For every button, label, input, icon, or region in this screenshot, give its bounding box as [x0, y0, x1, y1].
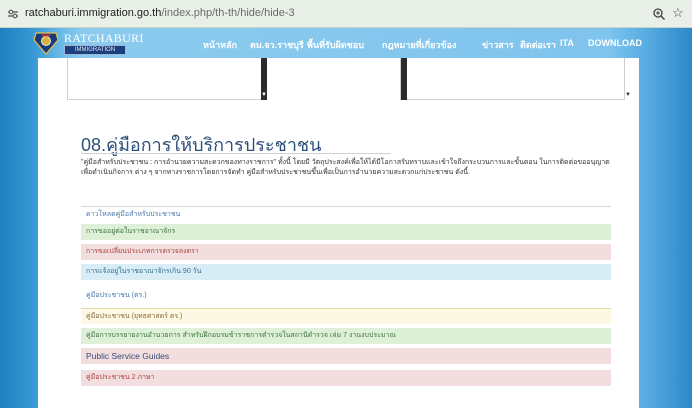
nav-related-laws[interactable]: กฎหมายที่เกี่ยวข้อง — [382, 38, 456, 52]
url-path: /index.php/th-th/hide/hide-3 — [161, 7, 295, 19]
page-title: 08.คู่มือการให้บริการประชาชน — [81, 135, 322, 155]
intro-paragraph: "คู่มือสำหรับประชาชน : การอำนวยความสะดวก… — [81, 159, 610, 176]
scroll-down-arrow-icon[interactable]: ▼ — [625, 92, 631, 98]
nav-home[interactable]: หน้าหลัก — [203, 38, 237, 52]
nav-responsibility-area[interactable]: พื้นที่รับผิดชอบ — [307, 38, 364, 52]
nav-ratchaburi-office[interactable]: ตม.จว.ราชบุรี — [250, 38, 304, 52]
nav-ita[interactable]: ITA — [560, 38, 574, 48]
embedded-video-left[interactable]: ▼ — [67, 58, 267, 100]
zoom-icon[interactable] — [652, 7, 666, 21]
list-item-training-manual[interactable]: คู่มือการบรรยายงานอำนวยการ สำหรับฝึกอบรม… — [81, 328, 611, 344]
list-item-change-visa-type[interactable]: การขอเปลี่ยนประเภทการตรวจลงตรา — [81, 244, 611, 260]
list-item-public-guide-strategy[interactable]: คู่มือประชาชน (ยุทธศาสตร์ ตร.) — [81, 308, 611, 324]
list-item-bilingual-guide[interactable]: คู่มือประชาชน 2 ภาษา — [81, 370, 611, 386]
star-icon[interactable]: ☆ — [672, 6, 684, 20]
url-field[interactable]: ratchaburi.immigration.go.th/index.php/t… — [25, 7, 295, 19]
site-logo-subtitle: IMMIGRATION — [64, 45, 126, 55]
title-divider — [81, 153, 391, 154]
video-scrollbar-left[interactable]: ▼ — [261, 58, 267, 100]
site-logo-title[interactable]: RATCHABURI — [64, 31, 144, 46]
police-badge-icon[interactable] — [31, 31, 61, 55]
video-edge-right — [401, 58, 407, 100]
list-item-download-guide[interactable]: ดาวโหลดคู่มือสำหรับประชาชน — [81, 206, 611, 222]
list-item-90-day-report[interactable]: การแจ้งอยู่ในราชอาณาจักรเกิน 90 วัน — [81, 264, 611, 280]
embedded-video-right[interactable]: ▼ — [400, 58, 631, 100]
browser-address-bar: ratchaburi.immigration.go.th/index.php/t… — [0, 0, 692, 28]
video-scrollbar-right[interactable]: ▼ — [624, 58, 631, 100]
scroll-down-arrow-icon[interactable]: ▼ — [261, 92, 267, 98]
list-item-extension-of-stay[interactable]: การขออยู่ต่อในราชอาณาจักร — [81, 224, 611, 240]
nav-download[interactable]: DOWNLOAD — [588, 38, 642, 48]
nav-contact[interactable]: ติดต่อเรา — [520, 38, 556, 52]
nav-news[interactable]: ข่าวสาร — [482, 38, 514, 52]
list-item-public-guide-police[interactable]: คู่มือประชาชน (ตร.) — [81, 288, 611, 304]
url-host: ratchaburi.immigration.go.th — [25, 7, 162, 19]
list-item-public-service-guides[interactable]: Public Service Guides — [81, 348, 611, 364]
site-settings-icon[interactable] — [7, 8, 19, 20]
